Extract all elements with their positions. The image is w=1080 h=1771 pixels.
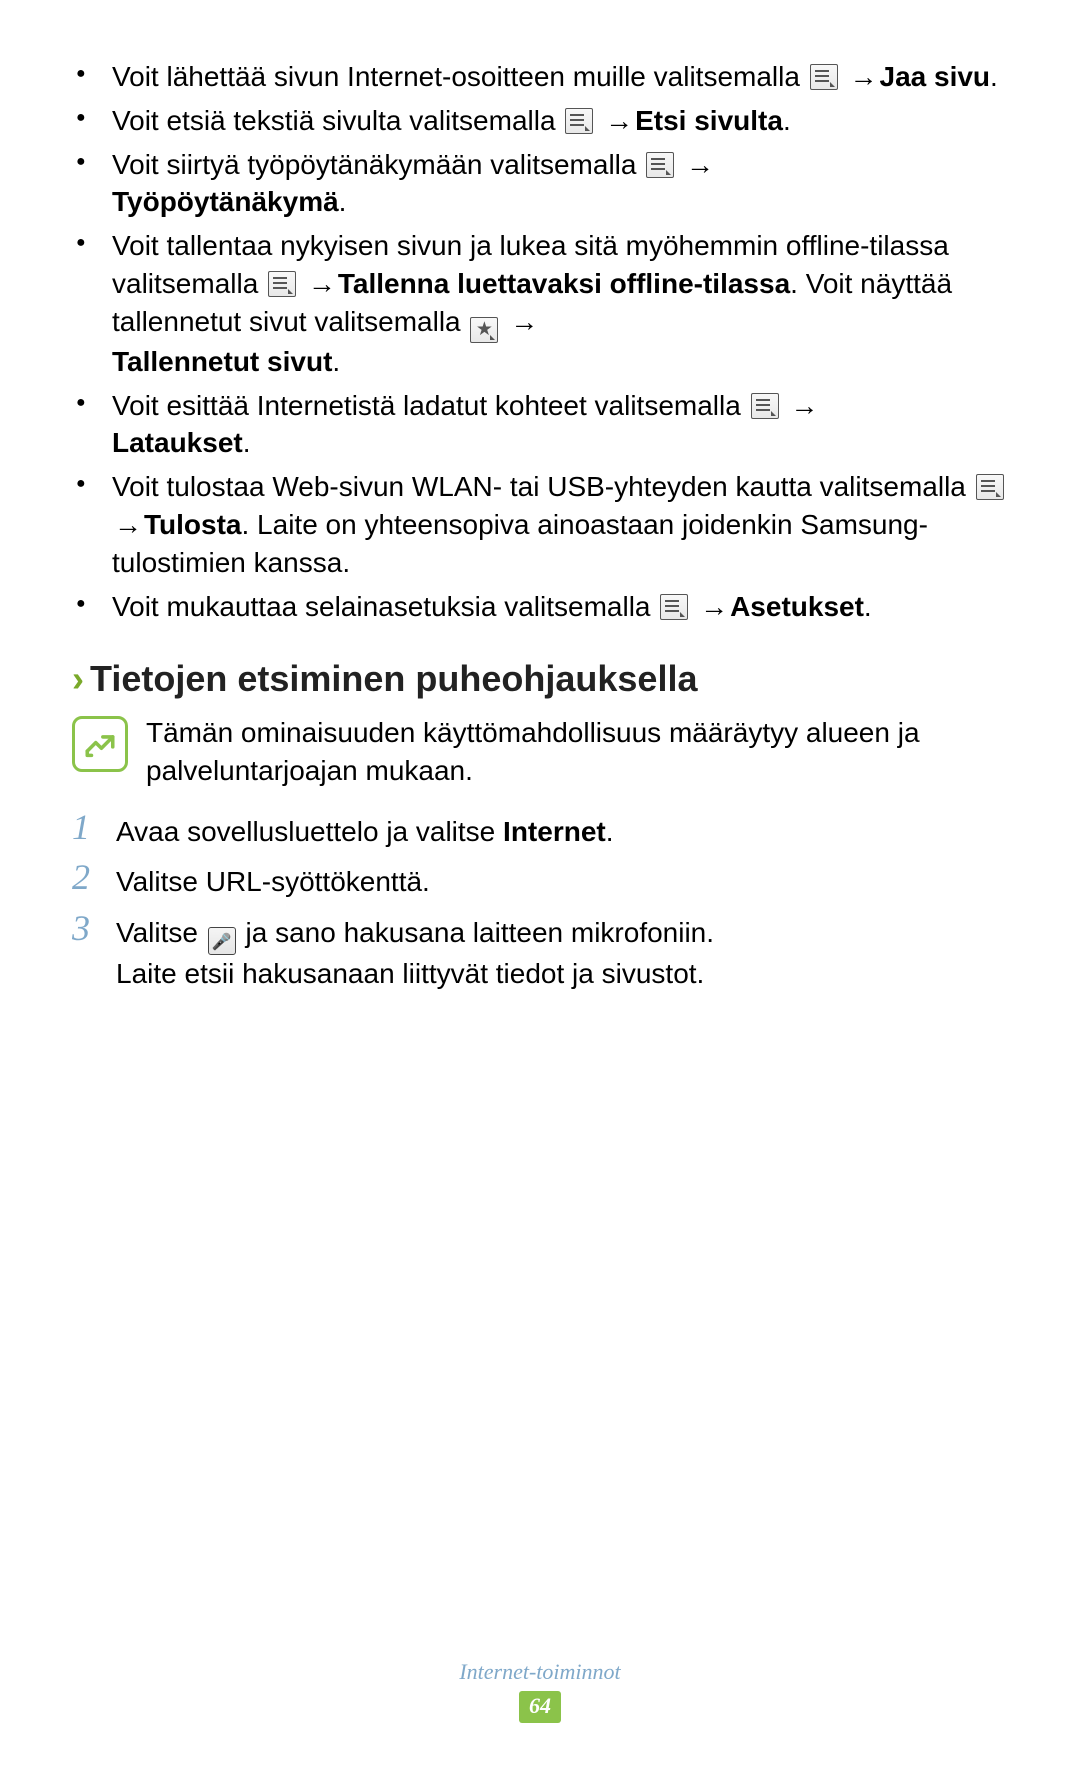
step-number: 3 [72, 909, 116, 949]
chevron-icon: › [72, 658, 84, 699]
bold-text: Jaa sivu [880, 61, 991, 92]
text: Avaa sovellusluettelo ja valitse [116, 816, 503, 847]
step-item: 1 Avaa sovellusluettelo ja valitse Inter… [72, 808, 1008, 851]
menu-icon [810, 64, 838, 90]
menu-icon [646, 152, 674, 178]
page-footer: Internet-toiminnot 64 [0, 1659, 1080, 1723]
text: Voit lähettää sivun Internet-osoitteen m… [112, 61, 808, 92]
list-item: Voit tulostaa Web-sivun WLAN- tai USB-yh… [72, 468, 1008, 581]
text: Voit tulostaa Web-sivun WLAN- tai USB-yh… [112, 471, 974, 502]
list-item: Voit mukauttaa selainasetuksia valitsema… [72, 588, 1008, 626]
arrow: → [684, 146, 716, 184]
text: Valitse URL-syöttökenttä. [116, 858, 1008, 901]
list-item: Voit tallentaa nykyisen sivun ja lukea s… [72, 227, 1008, 380]
text: Valitse [116, 917, 206, 948]
list-item: Voit esittää Internetistä ladatut kohtee… [72, 387, 1008, 463]
text: . [783, 105, 791, 136]
section-heading: ›Tietojen etsiminen puheohjauksella [72, 655, 1008, 704]
arrow: → [306, 265, 338, 303]
arrow: → [112, 506, 144, 544]
bold-text: Etsi sivulta [635, 105, 783, 136]
list-item: Voit lähettää sivun Internet-osoitteen m… [72, 58, 1008, 96]
heading-text: Tietojen etsiminen puheohjauksella [90, 658, 697, 699]
text: Voit siirtyä työpöytänäkymään valitsemal… [112, 149, 644, 180]
text: Voit mukauttaa selainasetuksia valitsema… [112, 591, 658, 622]
arrow: → [698, 588, 730, 626]
arrow: → [848, 58, 880, 96]
bold-text: Tulosta [144, 509, 241, 540]
text: . [332, 346, 340, 377]
step-item: 2 Valitse URL-syöttökenttä. [72, 858, 1008, 901]
step-number: 1 [72, 808, 116, 848]
bold-text: Työpöytänäkymä [112, 186, 339, 217]
menu-icon [565, 108, 593, 134]
bold-text: Tallennetut sivut [112, 346, 332, 377]
text: Voit esittää Internetistä ladatut kohtee… [112, 390, 749, 421]
text: . [606, 816, 614, 847]
note-text: Tämän ominaisuuden käyttömahdollisuus mä… [146, 714, 1008, 790]
menu-icon [268, 271, 296, 297]
step-item: 3 Valitse ja sano hakusana laitteen mikr… [72, 909, 1008, 993]
arrow: → [788, 387, 820, 425]
bullet-list: Voit lähettää sivun Internet-osoitteen m… [72, 58, 1008, 625]
menu-icon [660, 594, 688, 620]
page-number: 64 [519, 1691, 561, 1723]
bold-text: Lataukset [112, 427, 243, 458]
mic-icon [208, 927, 236, 955]
bold-text: Internet [503, 816, 606, 847]
text: . [990, 61, 998, 92]
arrow: → [508, 303, 540, 341]
text: Voit etsiä tekstiä sivulta valitsemalla [112, 105, 563, 136]
menu-icon [976, 474, 1004, 500]
bold-text: Asetukset [730, 591, 864, 622]
bold-text: Tallenna luettavaksi offline-tilassa [338, 268, 790, 299]
text: . [864, 591, 872, 622]
star-icon [470, 317, 498, 343]
text: . [339, 186, 347, 217]
list-item: Voit siirtyä työpöytänäkymään valitsemal… [72, 146, 1008, 222]
document-page: Voit lähettää sivun Internet-osoitteen m… [0, 0, 1080, 993]
text: ja sano hakusana laitteen mikrofoniin. [238, 917, 714, 948]
menu-icon [751, 393, 779, 419]
list-item: Voit etsiä tekstiä sivulta valitsemalla … [72, 102, 1008, 140]
footer-section: Internet-toiminnot [0, 1659, 1080, 1685]
steps: 1 Avaa sovellusluettelo ja valitse Inter… [72, 808, 1008, 993]
step-number: 2 [72, 858, 116, 898]
note-icon [72, 716, 128, 772]
note: Tämän ominaisuuden käyttömahdollisuus mä… [72, 714, 1008, 790]
arrow: → [603, 102, 635, 140]
text: Laite etsii hakusanaan liittyvät tiedot … [116, 958, 704, 989]
text: . [243, 427, 251, 458]
